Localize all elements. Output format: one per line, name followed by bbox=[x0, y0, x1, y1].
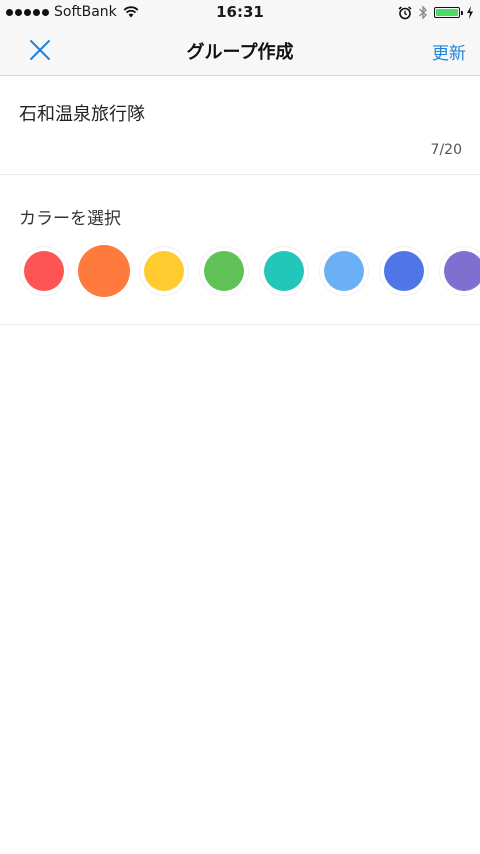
bluetooth-icon bbox=[419, 5, 427, 20]
char-counter: 7/20 bbox=[430, 142, 462, 158]
group-name-section: 石和温泉旅行隊 7/20 bbox=[0, 76, 480, 175]
status-bar: SoftBank 16:31 bbox=[0, 0, 480, 26]
color-picker-section: カラーを選択 bbox=[0, 175, 480, 325]
color-swatch[interactable] bbox=[444, 251, 480, 291]
color-swatch[interactable] bbox=[204, 251, 244, 291]
screen: SoftBank 16:31 グループ作成 更新 石和温泉旅行隊 7/20 カラ… bbox=[0, 0, 480, 854]
charging-bolt-icon bbox=[467, 6, 473, 19]
status-right bbox=[398, 5, 474, 20]
alarm-clock-icon bbox=[398, 5, 412, 19]
battery-icon bbox=[434, 7, 463, 18]
color-swatch[interactable] bbox=[24, 251, 64, 291]
color-picker-label: カラーを選択 bbox=[19, 209, 121, 229]
group-name-input[interactable]: 石和温泉旅行隊 bbox=[19, 100, 145, 126]
color-swatch[interactable] bbox=[78, 245, 130, 297]
page-title: グループ作成 bbox=[186, 42, 294, 63]
update-button[interactable]: 更新 bbox=[432, 39, 466, 64]
color-swatch[interactable] bbox=[144, 251, 184, 291]
color-swatch[interactable] bbox=[264, 251, 304, 291]
battery-level-fill bbox=[436, 9, 458, 16]
color-swatch[interactable] bbox=[324, 251, 364, 291]
color-swatch[interactable] bbox=[384, 251, 424, 291]
nav-bar: グループ作成 更新 bbox=[0, 26, 480, 76]
